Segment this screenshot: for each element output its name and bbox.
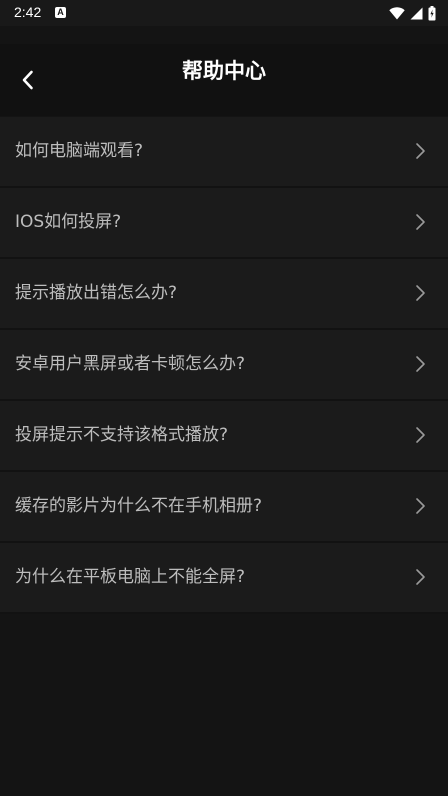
faq-item-label: 如何电脑端观看? <box>15 141 144 161</box>
faq-item-cache-album[interactable]: 缓存的影片为什么不在手机相册? <box>0 472 448 543</box>
faq-item-playback-error[interactable]: 提示播放出错怎么办? <box>0 259 448 330</box>
chevron-right-icon <box>416 285 425 301</box>
faq-item-label: 缓存的影片为什么不在手机相册? <box>15 496 263 516</box>
faq-item-label: IOS如何投屏? <box>15 212 122 232</box>
page-title: 帮助中心 <box>182 59 266 83</box>
status-bar: 2:42 A <box>0 0 448 26</box>
faq-item-label: 为什么在平板电脑上不能全屏? <box>15 567 246 587</box>
faq-list: 如何电脑端观看? IOS如何投屏? 提示播放出错怎么办? 安卓用户黑屏或者卡顿怎… <box>0 117 448 614</box>
header: 帮助中心 <box>0 44 448 116</box>
notification-a-icon: A <box>55 7 66 18</box>
battery-icon <box>428 5 436 20</box>
faq-item-label: 安卓用户黑屏或者卡顿怎么办? <box>15 354 246 374</box>
chevron-right-icon <box>416 214 425 230</box>
wifi-icon <box>389 6 405 19</box>
status-time: 2:42 <box>14 4 42 20</box>
faq-item-ios-cast[interactable]: IOS如何投屏? <box>0 188 448 259</box>
chevron-right-icon <box>416 427 425 443</box>
chevron-right-icon <box>416 143 425 159</box>
faq-item-label: 提示播放出错怎么办? <box>15 283 178 303</box>
chevron-right-icon <box>416 356 425 372</box>
faq-item-label: 投屏提示不支持该格式播放? <box>15 425 229 445</box>
chevron-right-icon <box>416 498 425 514</box>
faq-item-tablet-fullscreen[interactable]: 为什么在平板电脑上不能全屏? <box>0 543 448 614</box>
faq-item-pc-watch[interactable]: 如何电脑端观看? <box>0 117 448 188</box>
help-center-screen: 2:42 A 帮助中心 如何电脑端观看? IOS如何投屏? 提示播放出错怎么办?… <box>0 0 448 796</box>
notification-letter: A <box>57 7 64 17</box>
faq-item-cast-format[interactable]: 投屏提示不支持该格式播放? <box>0 401 448 472</box>
status-icons <box>389 5 436 21</box>
chevron-right-icon <box>416 569 425 585</box>
faq-item-android-lag[interactable]: 安卓用户黑屏或者卡顿怎么办? <box>0 330 448 401</box>
signal-icon <box>410 7 423 19</box>
